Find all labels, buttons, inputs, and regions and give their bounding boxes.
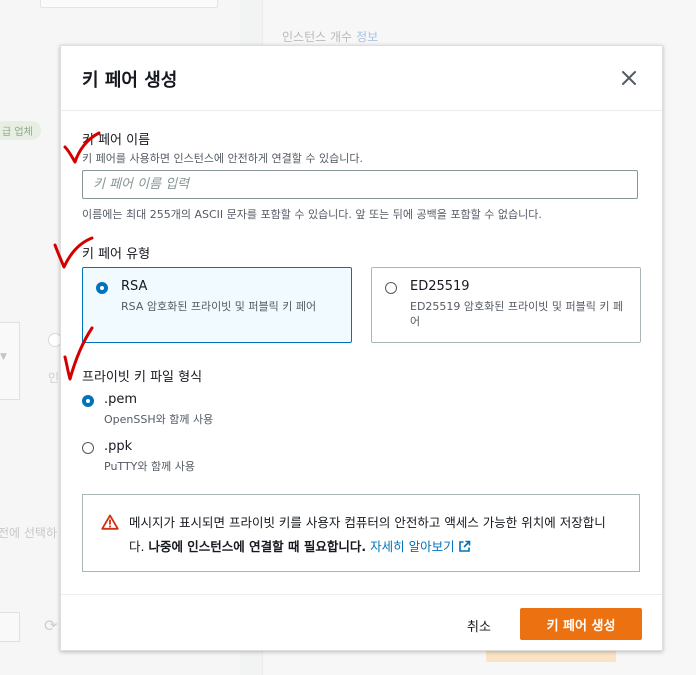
ed25519-radio[interactable]	[385, 282, 397, 294]
alert-text: 메시지가 표시되면 프라이빗 키를 사용자 컴퓨터의 안전하고 액세스 가능한 …	[129, 511, 619, 559]
ed25519-description: ED25519 암호화된 프라이빗 및 퍼블릭 키 페어	[410, 300, 624, 328]
background-info-link: 정보	[356, 30, 379, 44]
create-key-pair-modal: 키 페어 생성 키 페어 이름 키 페어를 사용하면 인스턴스에 안전하게 연결…	[60, 45, 663, 651]
learn-more-link[interactable]: 자세히 알아보기	[370, 539, 470, 554]
background-select-box-2	[0, 612, 20, 642]
key-pair-name-input[interactable]	[82, 170, 638, 199]
background-refresh-icon: ⟳	[44, 616, 58, 635]
modal-header: 키 페어 생성	[61, 46, 662, 111]
ed25519-title: ED25519	[410, 279, 470, 294]
pem-title: .pem	[104, 392, 138, 407]
key-type-ed25519-tile[interactable]: ED25519 ED25519 암호화된 프라이빗 및 퍼블릭 키 페어	[371, 267, 641, 343]
external-link-icon	[458, 540, 470, 552]
close-button[interactable]	[617, 66, 641, 90]
pem-radio[interactable]	[82, 395, 94, 407]
background-instance-count-label: 인스턴스 개수 정보	[282, 30, 379, 44]
rsa-radio[interactable]	[96, 282, 108, 294]
close-icon	[622, 71, 636, 85]
format-option-pem[interactable]: .pem OpenSSH와 함께 사용	[82, 392, 282, 428]
format-option-ppk[interactable]: .ppk PuTTY와 함께 사용	[82, 439, 282, 475]
pem-description: OpenSSH와 함께 사용	[104, 413, 214, 426]
create-key-pair-button[interactable]: 키 페어 생성	[520, 608, 642, 640]
private-key-format-label: 프라이빗 키 파일 형식	[82, 370, 203, 385]
rsa-description: RSA 암호화된 프라이빗 및 퍼블릭 키 페어	[121, 300, 317, 313]
key-pair-type-label: 키 페어 유형	[82, 247, 151, 262]
key-pair-name-description: 키 페어를 사용하면 인스턴스에 안전하게 연결할 수 있습니다.	[82, 152, 363, 165]
modal-title: 키 페어 생성	[82, 70, 178, 91]
modal-footer: 취소 키 페어 생성	[61, 594, 662, 651]
key-pair-name-label: 키 페어 이름	[82, 133, 151, 148]
key-type-rsa-tile[interactable]: RSA RSA 암호화된 프라이빗 및 퍼블릭 키 페어	[82, 267, 352, 343]
rsa-title: RSA	[121, 279, 148, 294]
background-caret-icon: ▼	[0, 352, 7, 362]
warning-icon	[101, 514, 119, 530]
cancel-button[interactable]: 취소	[457, 610, 501, 640]
alert-bold-message: 나중에 인스턴스에 연결할 때 필요합니다.	[148, 539, 367, 554]
background-badge: 급 업체	[0, 121, 41, 140]
key-pair-name-constraint: 이름에는 최대 255개의 ASCII 문자를 포함할 수 있습니다. 앞 또는…	[82, 208, 542, 221]
ppk-radio[interactable]	[82, 442, 94, 454]
warning-alert: 메시지가 표시되면 프라이빗 키를 사용자 컴퓨터의 안전하고 액세스 가능한 …	[82, 494, 640, 572]
ppk-description: PuTTY와 함께 사용	[104, 460, 195, 473]
background-partial-text: 인	[48, 371, 60, 385]
background-partial-text-2: 전에 선택하	[0, 526, 58, 540]
ppk-title: .ppk	[104, 439, 133, 454]
background-card	[40, 0, 218, 8]
